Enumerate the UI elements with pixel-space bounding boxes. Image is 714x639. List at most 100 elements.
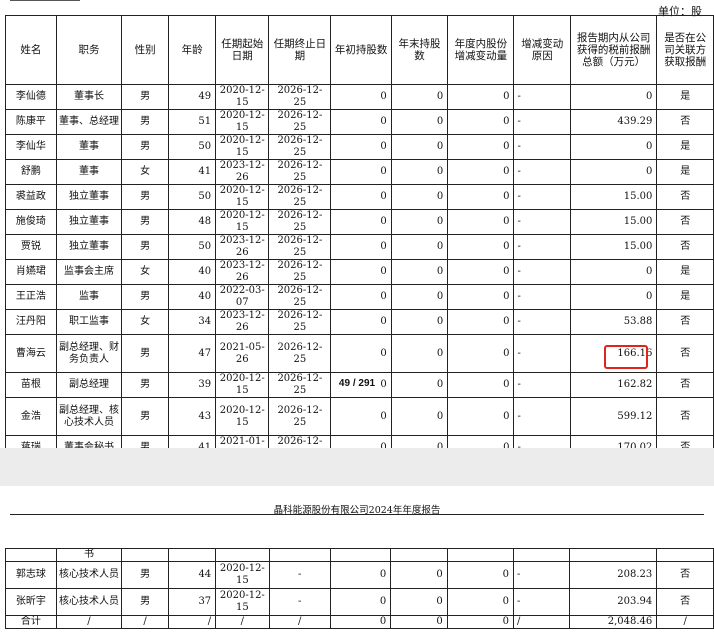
cell-title: 独立董事 — [55, 184, 123, 210]
cell-start: 2021-05-26 — [215, 334, 270, 373]
cell-end-shares: 0 — [390, 397, 449, 436]
cell-gender: 男 — [121, 397, 170, 436]
cell-related: 否 — [656, 234, 714, 260]
cell-name: 张昕宇 — [5, 588, 57, 616]
cell-title: 核心技术人员 — [55, 588, 123, 616]
cell-end-shares: 0 — [390, 84, 449, 110]
cell-start: 2020-12-15 — [215, 588, 270, 616]
cell-change: 0 — [447, 134, 515, 160]
cell-begin-shares: 0 — [330, 397, 392, 436]
cell-change: 0 — [447, 159, 515, 185]
cell-related: 否 — [656, 109, 714, 135]
cell-gender: 男 — [121, 84, 170, 110]
cell-begin-shares: 0 — [330, 259, 392, 285]
cell-gender — [121, 548, 170, 562]
cell-start: 2020-12-15 — [215, 184, 270, 210]
cell-begin-shares: 0 — [329, 588, 392, 616]
cell-gender: 男 — [121, 184, 170, 210]
cell-end-shares: 0 — [390, 234, 449, 260]
cell-name — [5, 548, 57, 562]
cell-change: 0 — [447, 309, 515, 335]
cell-start: / — [215, 615, 270, 629]
cell-title: 董事 — [55, 134, 123, 160]
cell-change: 0 — [447, 334, 515, 373]
cell-gender: 男 — [121, 209, 170, 235]
cell-related: 否 — [656, 309, 714, 335]
cell-end: 2026-12-25 — [268, 84, 332, 110]
cell-end-shares: 0 — [390, 588, 448, 616]
table-row: 李仙德 董事长男 49 2020-12-15 2026-12-25 0 0 0-0 是 — [5, 84, 714, 110]
table-row: 金浩 副总经理、核心技术人员男 43 2020-12-15 2026-12-25 0 0 0-… — [5, 397, 714, 436]
cell-begin-shares: 0 — [330, 159, 392, 185]
cell-change: 0 — [447, 184, 515, 210]
cell-change: 0 — [446, 588, 515, 616]
cell-related: 否 — [656, 334, 714, 373]
cell-age: 50 — [168, 184, 217, 210]
cell-pay: 0 — [569, 84, 658, 110]
cell-start: 2023-12-26 — [215, 234, 270, 260]
cell-pay: 15.00 — [569, 234, 658, 260]
cell-begin-shares: 0 — [330, 134, 392, 160]
cell-title: 独立董事 — [55, 209, 123, 235]
cell-end: 2026-12-25 — [268, 184, 332, 210]
cell-end: 2026-12-25 — [268, 234, 332, 260]
cell-reason: - — [513, 134, 571, 160]
cell-name: 金浩 — [5, 397, 57, 436]
table-row: 施俊琦 独立董事男 48 2020-12-15 2026-12-25 0 0 0-15.00 否 — [5, 209, 714, 235]
cell-start: 2020-12-15 — [215, 134, 270, 160]
table-header-row: 姓名 职务 性别 年龄 任期起始日期 任期终止日期 年初持股数 年末持股数 年度内股份增减变动量… — [5, 15, 714, 85]
cell-title: 监事 — [55, 284, 123, 310]
cell-gender: 男 — [121, 109, 170, 135]
cell-title: 董事长 — [55, 84, 123, 110]
cell-title: 董事 — [55, 159, 123, 185]
header-cell: 任期终止日期 — [268, 15, 332, 85]
cell-age: 41 — [168, 159, 217, 185]
cell-end: 2026-12-25 — [268, 284, 332, 310]
cell-name: 肖嬿珺 — [5, 259, 57, 285]
cell-begin-shares: 0 — [330, 234, 392, 260]
cell-related: 否 — [656, 561, 714, 589]
cell-gender: 男 — [121, 134, 170, 160]
cell-name: 合计 — [5, 615, 57, 629]
header-cell: 增减变动原因 — [513, 15, 571, 85]
cell-end — [268, 548, 331, 562]
cell-reason: - — [513, 334, 571, 373]
cell-change: 0 — [447, 259, 515, 285]
executive-compensation-table-continued: 书郭志球 核心技术人员男 44 2020-12-15-0 0 0-208.23 否张昕宇 核心… — [5, 548, 714, 629]
cell-age: 34 — [168, 309, 217, 335]
cell-gender: 女 — [121, 259, 170, 285]
cell-pay — [569, 548, 658, 562]
page-gap — [0, 448, 714, 486]
cell-age: 51 — [168, 109, 217, 135]
cell-pay: 439.29 — [569, 109, 658, 135]
cell-pay: 208.23 — [569, 561, 658, 589]
cell-start: 2020-12-15 — [215, 209, 270, 235]
cell-name: 裘益政 — [5, 184, 57, 210]
cell-reason: - — [513, 259, 571, 285]
header-cell: 报告期内从公司获得的税前报酬总额（万元） — [569, 15, 658, 85]
cell-related: 否 — [656, 209, 714, 235]
cell-change: 0 — [447, 109, 515, 135]
cell-end: - — [268, 561, 331, 589]
cell-reason: - — [513, 234, 571, 260]
cell-name: 曹海云 — [5, 334, 57, 373]
cell-end: - — [268, 588, 331, 616]
cell-change: 0 — [447, 209, 515, 235]
cell-title: 董事、总经理 — [55, 109, 123, 135]
table-row: 汪丹阳 职工监事女 34 2023-12-26 2026-12-25 0 0 0-53.88 否 — [5, 309, 714, 335]
cell-name: 陈康平 — [5, 109, 57, 135]
header-cell: 职务 — [55, 15, 123, 85]
cell-pay: 203.94 — [569, 588, 658, 616]
cell-end-shares: 0 — [390, 334, 449, 373]
cell-begin-shares: 0 — [330, 109, 392, 135]
cell-related: 是 — [656, 134, 714, 160]
cell-age: 47 — [168, 334, 217, 373]
cell-start: 2020-12-15 — [215, 109, 270, 135]
cell-begin-shares: 0 — [330, 334, 392, 373]
table-row: 李仙华 董事男 50 2020-12-15 2026-12-25 0 0 0-0 是 — [5, 134, 714, 160]
table-row: 裘益政 独立董事男 50 2020-12-15 2026-12-25 0 0 0-15.00 否 — [5, 184, 714, 210]
cell-related: 是 — [656, 159, 714, 185]
cell-age — [168, 548, 217, 562]
cell-related: 否 — [656, 588, 714, 616]
cell-related: 是 — [656, 259, 714, 285]
